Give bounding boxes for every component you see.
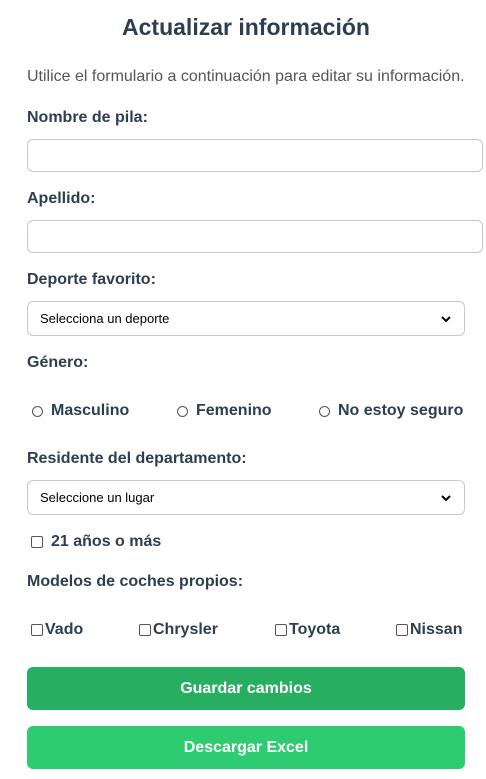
residence-select[interactable]: Seleccione un lugar: [27, 480, 465, 515]
gender-option-no-seguro[interactable]: No estoy seguro: [319, 402, 463, 420]
car-option-toyota[interactable]: Toyota: [275, 621, 340, 639]
cars-label: Modelos de coches propios:: [27, 573, 244, 590]
car-option-vado[interactable]: Vado: [31, 621, 83, 639]
chevron-down-icon: [441, 494, 451, 501]
age-checkbox[interactable]: [31, 536, 43, 548]
car-option-label: Toyota: [289, 621, 341, 638]
gender-label: Género:: [27, 354, 89, 371]
age-checkbox-label: 21 años o más: [51, 533, 162, 550]
car-option-label: Vado: [45, 621, 84, 638]
residence-label: Residente del departamento:: [27, 450, 247, 467]
intro-text: Utilice el formulario a continuación par…: [27, 68, 465, 85]
last-name-label: Apellido:: [27, 190, 96, 207]
radio-button[interactable]: [319, 405, 330, 417]
radio-button[interactable]: [32, 405, 43, 417]
sport-select[interactable]: Selecciona un deporte: [27, 301, 465, 336]
page-title: Actualizar información: [122, 14, 370, 40]
last-name-input[interactable]: [27, 220, 483, 253]
chevron-down-icon: [441, 315, 451, 322]
residence-select-value: Seleccione un lugar: [40, 490, 155, 505]
gender-option-label: Masculino: [51, 402, 130, 419]
radio-button[interactable]: [177, 405, 188, 417]
car-option-label: Chrysler: [153, 621, 218, 638]
download-excel-button[interactable]: Descargar Excel: [27, 726, 465, 769]
gender-option-femenino[interactable]: Femenino: [177, 402, 272, 420]
gender-option-label: No estoy seguro: [338, 402, 464, 419]
sport-label: Deporte favorito:: [27, 271, 156, 288]
sport-select-value: Selecciona un deporte: [40, 311, 170, 326]
checkbox[interactable]: [139, 624, 151, 636]
gender-option-label: Femenino: [196, 402, 272, 419]
gender-option-masculino[interactable]: Masculino: [32, 402, 129, 420]
checkbox[interactable]: [31, 624, 43, 636]
first-name-label: Nombre de pila:: [27, 109, 148, 126]
checkbox[interactable]: [396, 624, 408, 636]
car-option-chrysler[interactable]: Chrysler: [139, 621, 218, 639]
save-button[interactable]: Guardar cambios: [27, 667, 465, 710]
age-checkbox-row[interactable]: 21 años o más: [31, 533, 161, 551]
first-name-input[interactable]: [27, 139, 483, 172]
car-option-label: Nissan: [410, 621, 463, 638]
checkbox[interactable]: [275, 624, 287, 636]
car-option-nissan[interactable]: Nissan: [396, 621, 462, 639]
